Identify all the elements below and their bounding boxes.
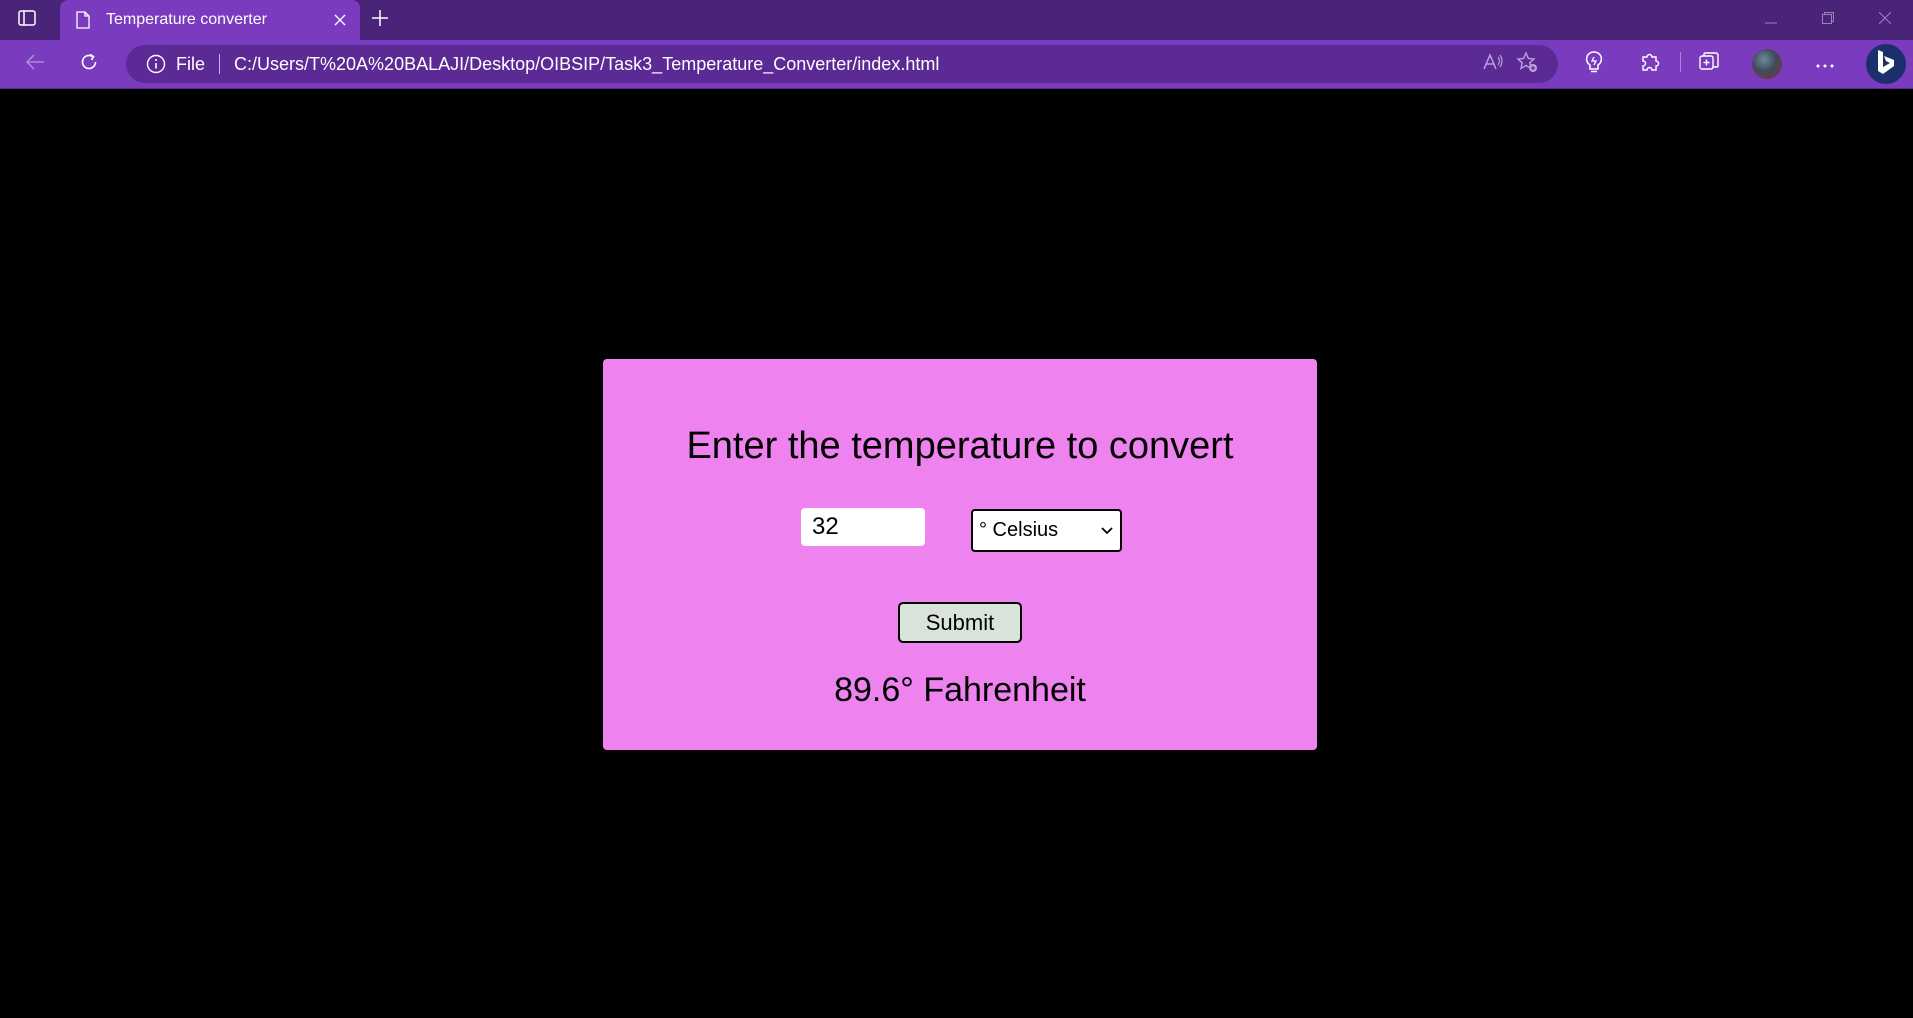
conversion-result: 89.6° Fahrenheit	[834, 671, 1086, 709]
info-icon[interactable]	[146, 54, 166, 74]
collections-icon	[1698, 51, 1720, 78]
back-arrow-icon	[25, 53, 45, 76]
close-icon[interactable]	[328, 8, 352, 32]
bing-icon	[1873, 48, 1899, 81]
browser-window: Temperature converter File C:/Users/T%20…	[0, 0, 1913, 1018]
read-aloud-button[interactable]	[1476, 48, 1510, 80]
unit-select[interactable]: ° Celsius	[971, 509, 1122, 552]
refresh-button[interactable]	[72, 48, 106, 80]
read-aloud-icon	[1482, 52, 1504, 77]
site-info-label[interactable]: File	[176, 54, 205, 75]
page-viewport: Enter the temperature to convert ° Celsi…	[0, 89, 1913, 1018]
tab-temperature-converter[interactable]: Temperature converter	[60, 0, 360, 40]
new-tab-button[interactable]	[368, 8, 392, 32]
submit-button[interactable]: Submit	[898, 602, 1022, 643]
window-close-icon	[1878, 11, 1891, 29]
extensions-icon	[1639, 51, 1661, 78]
address-separator	[219, 54, 221, 74]
browser-essentials-icon	[1584, 50, 1604, 78]
tab-actions-icon	[18, 9, 36, 31]
tab-title: Temperature converter	[106, 11, 267, 28]
window-close-button[interactable]	[1856, 0, 1913, 40]
favorite-star-icon	[1516, 50, 1538, 78]
restore-icon	[1821, 11, 1834, 29]
bing-button[interactable]	[1866, 44, 1906, 84]
refresh-icon	[79, 52, 99, 77]
unit-select-value: ° Celsius	[979, 519, 1059, 541]
url-text[interactable]: C:/Users/T%20A%20BALAJI/Desktop/OIBSIP/T…	[234, 54, 1476, 75]
page-icon	[74, 11, 92, 29]
minimize-button[interactable]	[1742, 0, 1799, 40]
browser-essentials-button[interactable]	[1577, 48, 1611, 80]
page-title: Enter the temperature to convert	[686, 425, 1234, 467]
chevron-down-icon	[1100, 524, 1114, 538]
more-icon	[1816, 55, 1834, 73]
favorite-button[interactable]	[1510, 48, 1544, 80]
converter-card: Enter the temperature to convert ° Celsi…	[603, 359, 1317, 750]
restore-button[interactable]	[1799, 0, 1856, 40]
extensions-button[interactable]	[1633, 48, 1667, 80]
back-button[interactable]	[18, 48, 52, 80]
browser-toolbar: File C:/Users/T%20A%20BALAJI/Desktop/OIB…	[0, 40, 1913, 89]
toolbar-divider	[1680, 52, 1681, 72]
more-button[interactable]	[1808, 48, 1842, 80]
minimize-icon	[1764, 11, 1777, 29]
plus-icon	[371, 9, 389, 32]
temperature-input[interactable]	[801, 508, 925, 546]
avatar[interactable]	[1752, 49, 1782, 79]
collections-button[interactable]	[1692, 48, 1726, 80]
address-bar[interactable]: File C:/Users/T%20A%20BALAJI/Desktop/OIB…	[126, 45, 1558, 83]
tab-strip: Temperature converter	[0, 0, 1913, 40]
window-controls	[1742, 0, 1913, 40]
tab-actions-button[interactable]	[16, 9, 38, 31]
